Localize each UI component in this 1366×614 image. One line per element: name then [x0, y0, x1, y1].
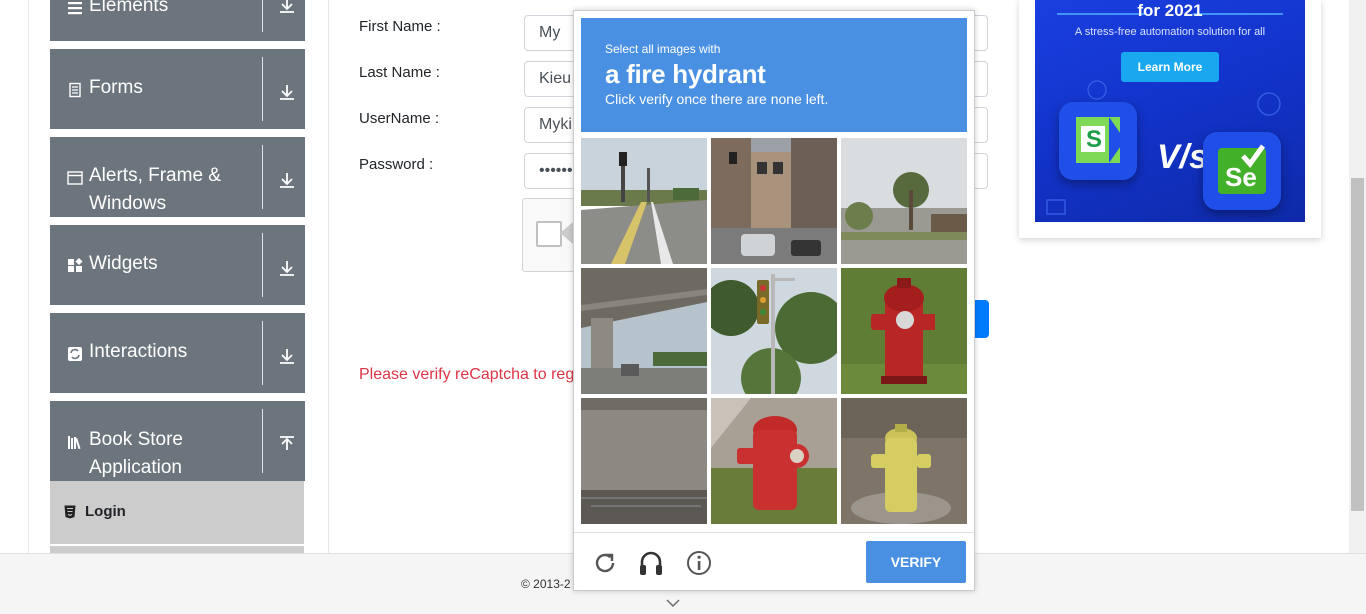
- html-icon: [64, 505, 76, 519]
- captcha-pointer: [560, 222, 573, 244]
- tile-image-fire-hydrant: [841, 398, 967, 524]
- scrollbar-thumb[interactable]: [1351, 178, 1364, 511]
- download-arrow-icon[interactable]: [278, 171, 296, 189]
- password-label: Password :: [359, 156, 434, 173]
- ad-banner[interactable]: for 2021 A stress-free automation soluti…: [1035, 0, 1305, 222]
- sidebar-group-widgets[interactable]: Widgets: [50, 225, 305, 305]
- divider: [328, 0, 329, 553]
- captcha-tile-1[interactable]: [581, 138, 707, 264]
- captcha-tile-6[interactable]: [841, 268, 967, 394]
- sidebar-group-alerts[interactable]: Alerts, Frame & Windows: [50, 137, 305, 217]
- divider: [28, 0, 29, 553]
- captcha-instruction: Select all images with: [605, 42, 721, 56]
- window-icon: [67, 171, 83, 185]
- sidebar-group-title: Widgets: [89, 253, 158, 274]
- divider: [262, 233, 263, 297]
- menu-icon: [68, 2, 82, 15]
- logo-letters: Se: [1225, 162, 1257, 192]
- sidebar-group-title: Forms: [89, 77, 143, 98]
- divider: [574, 532, 974, 533]
- tile-image-road: [581, 138, 707, 264]
- sidebar-group-title: Elements: [89, 0, 169, 16]
- sidebar-item-label: Login: [85, 503, 126, 520]
- footer-copyright: © 2013-2: [521, 577, 571, 591]
- katalon-logo: S: [1059, 102, 1137, 180]
- learn-more-button[interactable]: Learn More: [1121, 52, 1219, 82]
- sidebar-group-title-line2: Application: [89, 457, 182, 478]
- divider: [262, 409, 263, 473]
- captcha-hint: Click verify once there are none left.: [605, 91, 829, 107]
- captcha-tile-2[interactable]: [711, 138, 837, 264]
- username-label: UserName :: [359, 110, 440, 127]
- divider: [262, 0, 263, 32]
- last-name-label: Last Name :: [359, 64, 440, 81]
- advertisement[interactable]: for 2021 A stress-free automation soluti…: [1019, 0, 1321, 238]
- download-arrow-icon[interactable]: [278, 259, 296, 277]
- sidebar-group-title-line2: Windows: [89, 193, 167, 214]
- captcha-tile-8[interactable]: [711, 398, 837, 524]
- recaptcha-checkbox[interactable]: [536, 221, 562, 247]
- upload-arrow-icon[interactable]: [278, 435, 296, 453]
- sidebar-item[interactable]: [50, 546, 304, 553]
- ad-subtext: A stress-free automation solution for al…: [1074, 26, 1266, 38]
- sidebar-group-book-store[interactable]: Book Store Application: [50, 401, 305, 481]
- download-arrow-icon[interactable]: [278, 347, 296, 365]
- tile-image-wall: [581, 398, 707, 524]
- ad-heading: for 2021: [1137, 1, 1203, 20]
- captcha-tile-3[interactable]: [841, 138, 967, 264]
- captcha-header: Select all images with a fire hydrant Cl…: [581, 18, 967, 132]
- sidebar-item-login[interactable]: Login: [50, 481, 304, 544]
- sidebar: Elements Forms Alerts, Frame & Windows W…: [50, 0, 305, 553]
- document-icon: [69, 82, 81, 98]
- widgets-icon: [68, 258, 83, 272]
- captcha-target: a fire hydrant: [605, 59, 766, 89]
- verify-button[interactable]: VERIFY: [866, 541, 966, 583]
- books-icon: [68, 436, 81, 450]
- divider: [262, 145, 263, 209]
- divider: [262, 321, 263, 385]
- tile-image-fire-hydrant: [841, 268, 967, 394]
- tile-image-overpass: [581, 268, 707, 394]
- download-arrow-icon[interactable]: [278, 0, 296, 14]
- first-name-label: First Name :: [359, 18, 441, 35]
- download-arrow-icon[interactable]: [278, 83, 296, 101]
- sidebar-group-title: Book Store: [89, 429, 183, 450]
- captcha-tile-5[interactable]: [711, 268, 837, 394]
- sidebar-group-elements[interactable]: Elements: [50, 0, 305, 41]
- captcha-tile-9[interactable]: [841, 398, 967, 524]
- sidebar-group-title: Alerts, Frame &: [89, 165, 221, 186]
- info-icon[interactable]: [685, 549, 713, 577]
- error-message: Please verify reCaptcha to regi: [359, 366, 578, 383]
- divider: [262, 57, 263, 121]
- sidebar-group-forms[interactable]: Forms: [50, 49, 305, 129]
- audio-icon[interactable]: [637, 549, 665, 577]
- tile-image-street: [711, 138, 837, 264]
- recaptcha-challenge: Select all images with a fire hydrant Cl…: [573, 10, 975, 591]
- tile-image-trees: [841, 138, 967, 264]
- selenium-logo: Se: [1203, 132, 1281, 210]
- ad-vs-text: V/s: [1157, 138, 1209, 176]
- reload-icon[interactable]: [591, 549, 619, 577]
- captcha-tile-7[interactable]: [581, 398, 707, 524]
- sidebar-group-title: Interactions: [89, 341, 188, 362]
- tile-image-traffic-light: [711, 268, 837, 394]
- tile-image-fire-hydrant: [711, 398, 837, 524]
- interactions-icon: [68, 347, 82, 361]
- logo-letter: S: [1086, 126, 1103, 153]
- sidebar-group-interactions[interactable]: Interactions: [50, 313, 305, 393]
- captcha-tile-4[interactable]: [581, 268, 707, 394]
- chevron-down-icon[interactable]: [666, 598, 680, 608]
